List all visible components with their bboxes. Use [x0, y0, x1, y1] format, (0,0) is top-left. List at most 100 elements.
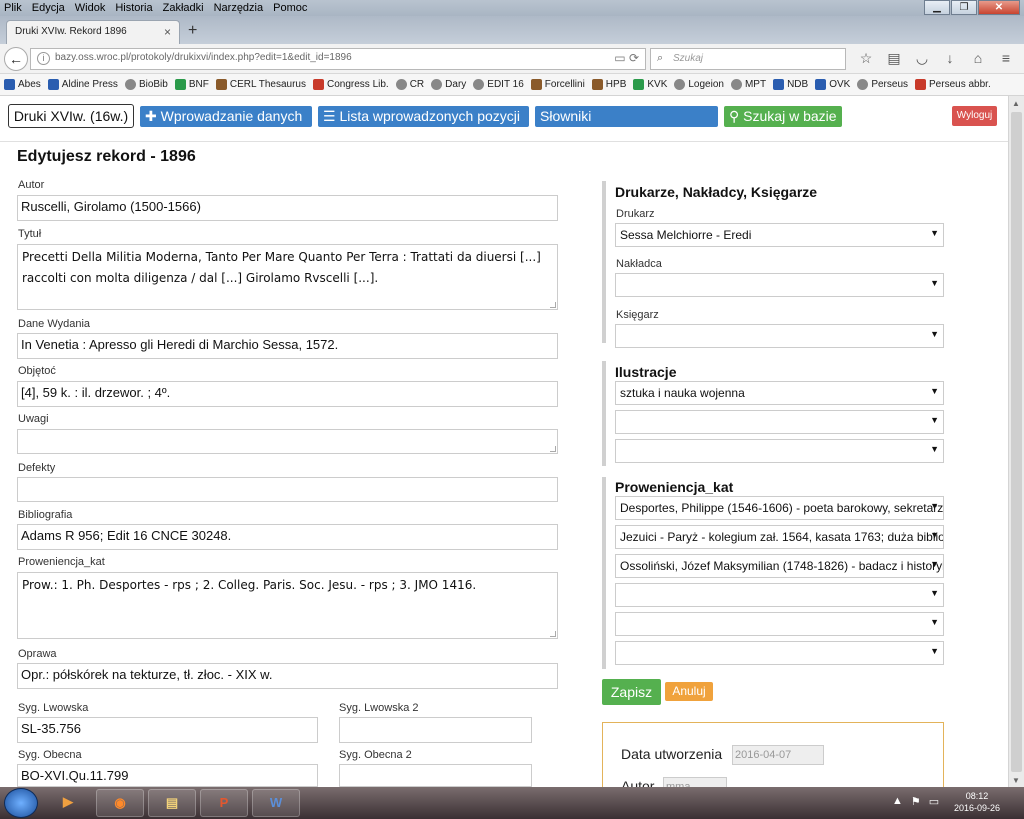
flag-icon[interactable]: ⚑: [911, 795, 921, 808]
resize-handle-icon[interactable]: [550, 631, 556, 637]
tytul-textarea[interactable]: Precetti Della Militia Moderna, Tanto Pe…: [17, 244, 558, 310]
back-arrow-icon[interactable]: ←: [4, 47, 28, 71]
bookmark-logeion[interactable]: Logeion: [674, 79, 724, 90]
menu-view[interactable]: Widok: [70, 2, 111, 14]
bookmark-kvk[interactable]: KVK: [633, 79, 667, 90]
bookmark-edit16[interactable]: EDIT 16: [473, 79, 524, 90]
syg-lwowska2-field[interactable]: [339, 717, 532, 743]
provenance-select-5[interactable]: ▼: [615, 612, 944, 636]
menu-tools[interactable]: Narzędzia: [209, 2, 269, 14]
syg-obecna-field[interactable]: BO-XVI.Qu.11.799: [17, 764, 318, 787]
bookmark-bnf[interactable]: BNF: [174, 79, 209, 90]
list-entries-button[interactable]: ☰ Lista wprowadzonych pozycji: [318, 106, 529, 127]
bookmark-biobib[interactable]: BioBib: [124, 79, 168, 90]
illustration-select-1[interactable]: sztuka i nauka wojenna ▼: [615, 381, 944, 405]
save-button[interactable]: Zapisz: [602, 679, 661, 705]
network-icon[interactable]: ▭: [929, 795, 939, 808]
drukarz-select[interactable]: Sessa Melchiorre - Eredi ▼: [615, 223, 944, 247]
bookmark-perseus[interactable]: Perseus: [857, 79, 908, 90]
explorer-taskbar-icon[interactable]: ▤: [148, 789, 196, 817]
tray-arrow-icon[interactable]: ▲: [892, 795, 903, 808]
bookmark-aldine[interactable]: Aldine Press: [47, 79, 118, 90]
nakladca-select[interactable]: ▼: [615, 273, 944, 297]
scroll-up-icon[interactable]: ▲: [1012, 99, 1020, 108]
browser-navbar: ← i bazy.oss.wroc.pl/protokoly/drukixvi/…: [0, 44, 1024, 74]
provenance-select-3[interactable]: Ossoliński, Józef Maksymilian (1748-1826…: [615, 554, 944, 578]
provenance-select-4[interactable]: ▼: [615, 583, 944, 607]
logout-button[interactable]: Wyloguj: [952, 106, 997, 126]
bookmark-abes[interactable]: Abes: [4, 79, 41, 90]
brand-button[interactable]: Druki XVIw. (16w.): [8, 104, 134, 128]
download-icon[interactable]: ↓: [936, 50, 964, 67]
hamburger-menu-icon[interactable]: ≡: [992, 50, 1020, 67]
dictionaries-button[interactable]: Słowniki: [535, 106, 718, 127]
restore-button[interactable]: ❐: [951, 0, 977, 15]
new-tab-icon[interactable]: +: [188, 22, 197, 40]
bookmark-cerl[interactable]: CERL Thesaurus: [215, 79, 306, 90]
bookmark-dary[interactable]: Dary: [431, 79, 466, 90]
resize-handle-icon[interactable]: [550, 302, 556, 308]
star-icon[interactable]: ☆: [852, 50, 880, 67]
illustration-select-3[interactable]: ▼: [615, 439, 944, 463]
kvk-icon: [633, 79, 645, 90]
info-icon[interactable]: i: [37, 52, 50, 65]
proweniencja-textarea[interactable]: Prow.: 1. Ph. Desportes - rps ; 2. Colle…: [17, 572, 558, 639]
minimize-button[interactable]: ▁: [924, 0, 950, 15]
scroll-down-icon[interactable]: ▼: [1012, 776, 1020, 785]
menu-edit[interactable]: Edycja: [27, 2, 70, 14]
google-icon: [47, 79, 59, 90]
autor-field[interactable]: Ruscelli, Girolamo (1500-1566): [17, 195, 558, 221]
bookmark-hpb[interactable]: HPB: [591, 79, 626, 90]
window-controls: ▁ ❐ ✕: [923, 0, 1020, 15]
bookmark-ovk[interactable]: OVK: [815, 79, 850, 90]
provenance-select-6[interactable]: ▼: [615, 641, 944, 665]
uwagi-textarea[interactable]: [17, 429, 558, 454]
enter-data-button[interactable]: ✚ Wprowadzanie danych: [140, 106, 312, 127]
scrollbar-thumb[interactable]: [1011, 112, 1022, 772]
list-entries-label: Lista wprowadzonych pozycji: [339, 108, 520, 124]
oprawa-field[interactable]: Opr.: półskórek na tekturze, tł. złoc. -…: [17, 663, 558, 689]
windows-start-icon[interactable]: [4, 788, 38, 818]
defekty-field[interactable]: [17, 477, 558, 502]
pocket-icon[interactable]: ◡: [908, 50, 936, 67]
bookmark-ndb[interactable]: NDB: [773, 79, 808, 90]
syg-lwowska-field[interactable]: SL-35.756: [17, 717, 318, 743]
powerpoint-taskbar-icon[interactable]: P: [200, 789, 248, 817]
provenance-select-1[interactable]: Desportes, Philippe (1546-1606) - poeta …: [615, 496, 944, 520]
browser-tab-active[interactable]: Druki XVIw. Rekord 1896 ×: [6, 20, 180, 44]
home-icon[interactable]: ⌂: [964, 50, 992, 67]
word-taskbar-icon[interactable]: W: [252, 789, 300, 817]
cancel-button[interactable]: Anuluj: [665, 682, 713, 701]
dane-wydania-field[interactable]: In Venetia : Apresso gli Heredi di March…: [17, 333, 558, 359]
congress-icon: [313, 79, 324, 90]
bookmark-list-icon[interactable]: ▤: [880, 50, 908, 67]
objetosc-field[interactable]: [4], 59 k. : il. drzewor. ; 4º.: [17, 381, 558, 407]
bookmark-cr[interactable]: CR: [395, 79, 424, 90]
provenance-section-border: [602, 477, 606, 669]
clock[interactable]: 08:12 2016-09-26: [952, 790, 1002, 814]
search-db-button[interactable]: ⚲ Szukaj w bazie: [724, 106, 842, 127]
menu-help[interactable]: Pomoc: [268, 2, 312, 14]
close-window-button[interactable]: ✕: [978, 0, 1020, 15]
illustration-select-2[interactable]: ▼: [615, 410, 944, 434]
reader-reload-icons[interactable]: ▭ ⟳: [614, 51, 639, 65]
resize-handle-icon[interactable]: [550, 446, 556, 452]
ksiegarz-select[interactable]: ▼: [615, 324, 944, 348]
bookmark-perseus-abbr[interactable]: Perseus abbr.: [915, 79, 991, 90]
menu-bookmarks[interactable]: Zakładki: [158, 2, 209, 14]
tab-close-icon[interactable]: ×: [164, 25, 171, 39]
bookmark-congress[interactable]: Congress Lib.: [313, 79, 389, 90]
bookmark-forcellini[interactable]: Forcellini: [530, 79, 585, 90]
media-player-icon[interactable]: ▶: [46, 789, 90, 817]
page-scrollbar[interactable]: ▲ ▼: [1008, 96, 1024, 788]
bookmark-mpt[interactable]: MPT: [730, 79, 766, 90]
menu-history[interactable]: Historia: [110, 2, 157, 14]
menu-file[interactable]: Plik: [0, 2, 27, 14]
ovk-icon: [815, 79, 827, 90]
syg-obecna2-field[interactable]: [339, 764, 532, 787]
bibliografia-field[interactable]: Adams R 956; Edit 16 CNCE 30248.: [17, 524, 558, 550]
url-bar[interactable]: i bazy.oss.wroc.pl/protokoly/drukixvi/in…: [30, 48, 646, 70]
provenance-select-2[interactable]: Jezuici - Paryż - kolegium zał. 1564, ka…: [615, 525, 944, 549]
browser-search-input[interactable]: ⌕ Szukaj: [650, 48, 846, 70]
firefox-taskbar-icon[interactable]: ◉: [96, 789, 144, 817]
